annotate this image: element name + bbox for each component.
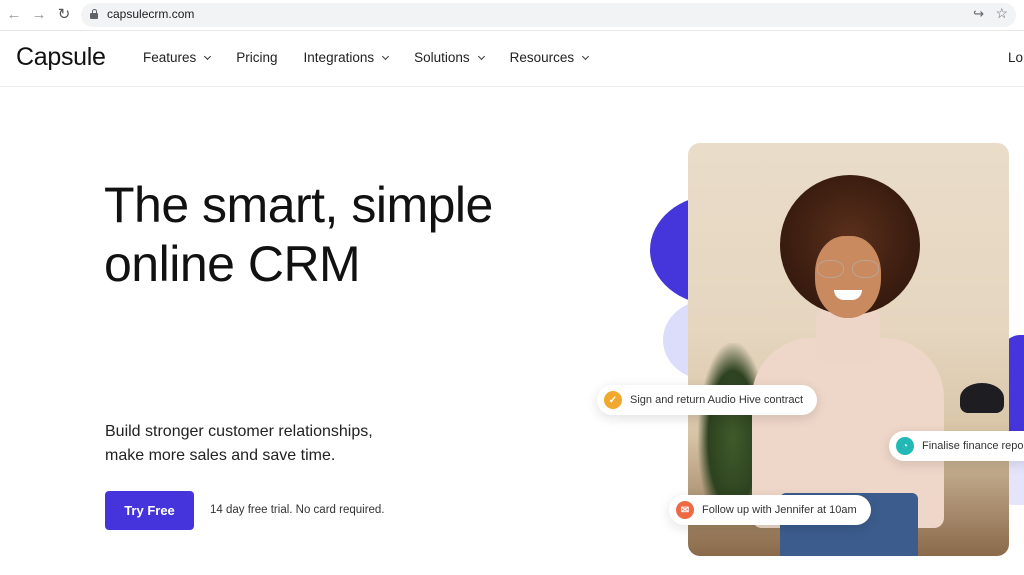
chevron-down-icon bbox=[477, 52, 485, 60]
site-header: Capsule Features Pricing Integrations So… bbox=[0, 31, 1024, 87]
envelope-icon: ✉ bbox=[676, 501, 694, 519]
lock-icon bbox=[90, 9, 98, 19]
task-chip: ✓ Sign and return Audio Hive contract bbox=[597, 385, 818, 415]
arrow-right-icon: → bbox=[31, 6, 47, 23]
nav-solutions[interactable]: Solutions bbox=[414, 50, 485, 65]
nav-label: Features bbox=[143, 50, 197, 65]
nav-resources[interactable]: Resources bbox=[509, 50, 590, 65]
hero-subtitle: Build stronger customer relationships, m… bbox=[105, 420, 425, 468]
hero-title-line2: online CRM bbox=[104, 236, 361, 292]
nav-label: Integrations bbox=[303, 50, 375, 65]
pie-chart-icon: ◔ bbox=[896, 437, 914, 455]
task-chip: ✉ Follow up with Jennifer at 10am bbox=[669, 495, 871, 525]
reload-button[interactable]: ↻ bbox=[54, 5, 74, 25]
arrow-left-icon: ← bbox=[6, 6, 22, 23]
nav-label: Solutions bbox=[414, 50, 470, 65]
address-bar[interactable]: capsulecrm.com ↪ ☆ bbox=[81, 3, 1016, 27]
task-chip: ◔ Finalise finance repo bbox=[889, 431, 1024, 461]
share-icon[interactable]: ↪ bbox=[973, 6, 984, 22]
star-icon[interactable]: ☆ bbox=[995, 5, 1008, 22]
try-free-button[interactable]: Try Free bbox=[105, 491, 194, 530]
url-text[interactable]: capsulecrm.com bbox=[107, 7, 194, 21]
nav-integrations[interactable]: Integrations bbox=[303, 50, 390, 65]
task-text: Follow up with Jennifer at 10am bbox=[702, 504, 857, 516]
main-nav: Features Pricing Integrations Solutions … bbox=[143, 50, 614, 65]
chevron-down-icon bbox=[204, 52, 212, 60]
check-icon: ✓ bbox=[604, 391, 622, 409]
capsule-logo[interactable]: Capsule bbox=[16, 43, 106, 72]
hero-title-line1: The smart, simple bbox=[104, 177, 493, 233]
nav-features[interactable]: Features bbox=[143, 50, 212, 65]
chevron-down-icon bbox=[582, 52, 590, 60]
task-text: Sign and return Audio Hive contract bbox=[630, 394, 804, 406]
chevron-down-icon bbox=[382, 52, 390, 60]
hero-subtitle-line1: Build stronger customer relationships, bbox=[105, 423, 373, 440]
trial-note: 14 day free trial. No card required. bbox=[210, 504, 385, 516]
login-link[interactable]: Lo bbox=[1008, 50, 1023, 65]
nav-pricing[interactable]: Pricing bbox=[236, 50, 277, 65]
back-button[interactable]: ← bbox=[4, 5, 24, 25]
nav-label: Pricing bbox=[236, 50, 278, 65]
reload-icon: ↻ bbox=[57, 6, 71, 23]
nav-label: Resources bbox=[509, 50, 575, 65]
hero-subtitle-line2: make more sales and save time. bbox=[105, 447, 336, 464]
hero-title: The smart, simple online CRM bbox=[104, 176, 564, 294]
task-text: Finalise finance repo bbox=[922, 440, 1024, 452]
browser-toolbar: ← → ↻ capsulecrm.com ↪ ☆ bbox=[0, 0, 1024, 31]
forward-button[interactable]: → bbox=[29, 5, 49, 25]
